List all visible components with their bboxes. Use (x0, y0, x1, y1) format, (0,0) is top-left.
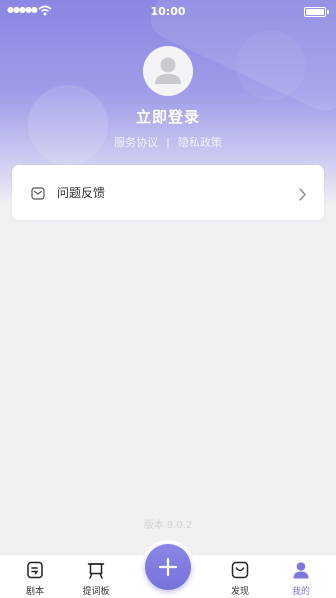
status-bar: ●●●●● 10:00 (0, 0, 336, 24)
avatar-placeholder-icon (155, 57, 181, 84)
tab-label: 提词板 (82, 587, 110, 597)
version-text: 版本 8.0.2 (143, 520, 193, 531)
feedback-menu-item[interactable]: 问题反馈 (12, 165, 324, 220)
avatar[interactable] (143, 46, 193, 96)
login-button[interactable]: 立即登录 (0, 106, 336, 127)
feedback-label: 问题反馈 (57, 186, 106, 200)
privacy-policy-link[interactable]: 隐私政策 (178, 136, 222, 149)
tab-mine[interactable]: 我的 (273, 555, 329, 598)
status-time: 10:00 (150, 5, 186, 18)
tab-script[interactable]: 剧本 (7, 555, 63, 598)
teleprompter-icon (87, 561, 105, 579)
service-agreement-link[interactable]: 服务协议 (114, 136, 158, 149)
policy-links: 服务协议 | 隐私政策 (0, 134, 336, 150)
battery-icon (304, 7, 329, 17)
tab-label: 剧本 (25, 587, 44, 597)
discover-icon (231, 561, 249, 579)
script-icon (26, 561, 44, 579)
plus-icon (158, 557, 178, 577)
tab-teleprompter[interactable]: 提词板 (68, 555, 124, 598)
tab-label: 我的 (291, 587, 310, 597)
plus-button-wrapper (141, 540, 195, 594)
links-separator: | (166, 136, 170, 149)
tab-label: 发现 (230, 587, 249, 597)
user-icon (292, 561, 310, 579)
add-button[interactable] (145, 544, 191, 590)
chevron-right-icon (299, 186, 306, 205)
mail-icon (31, 185, 45, 204)
tab-discover[interactable]: 发现 (212, 555, 268, 598)
header-decoration (236, 30, 306, 100)
